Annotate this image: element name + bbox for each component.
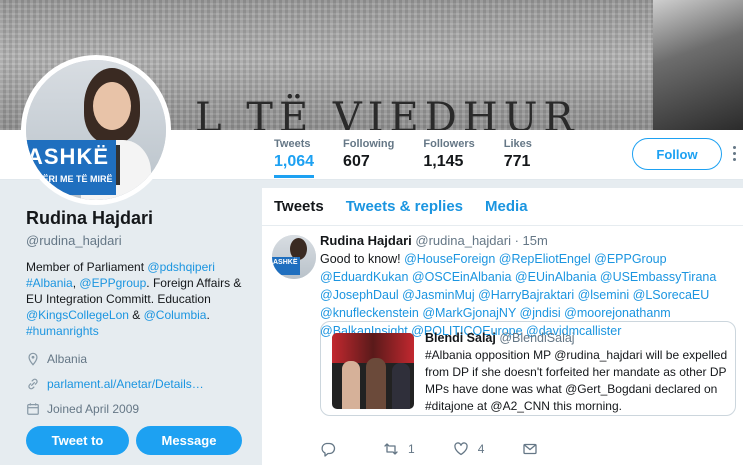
- timeline-tabs: Tweets Tweets & replies Media: [262, 188, 743, 226]
- bio-link[interactable]: @KingsCollegeLon: [26, 308, 129, 322]
- bio-link[interactable]: @EPPgroup: [79, 276, 146, 290]
- location-pin-icon: [28, 352, 38, 366]
- bio-text: &: [128, 308, 144, 322]
- retweet-count: 1: [408, 442, 415, 456]
- profile-handle[interactable]: @rudina_hajdari: [26, 233, 246, 248]
- tweet-avatar-sign: ASHKË: [272, 257, 300, 275]
- stat-value: 1,145: [423, 153, 464, 170]
- bio-text: .: [206, 308, 210, 322]
- envelope-icon: [523, 443, 538, 455]
- stat-likes[interactable]: Likes 771: [504, 138, 532, 178]
- tweet-author-meta[interactable]: @rudina_hajdari · 15m: [415, 233, 547, 248]
- stat-value: 771: [503, 153, 531, 170]
- stat-value: 1,064: [274, 153, 315, 170]
- tweet-actions: 1 4: [320, 441, 585, 457]
- bio-link[interactable]: @Columbia: [144, 308, 207, 322]
- message-button[interactable]: Message: [136, 426, 242, 455]
- website-link[interactable]: parlament.al/Anetar/Details…: [47, 377, 204, 391]
- profile-joined: Joined April 2009: [26, 401, 246, 417]
- tab-media[interactable]: Media: [485, 198, 528, 215]
- profile-stats: Tweets 1,064 Following 607 Followers 1,1…: [274, 138, 561, 178]
- location-text: Albania: [47, 352, 88, 366]
- joined-text: Joined April 2009: [47, 402, 140, 416]
- follow-button[interactable]: Follow: [632, 138, 722, 170]
- quoted-author-name: Blendi Salaj: [425, 331, 496, 345]
- banner-text: L TË VIEDHUR: [195, 95, 580, 130]
- profile-bio: Member of Parliament @pdshqiperi #Albani…: [26, 259, 246, 339]
- link-icon: [28, 378, 38, 390]
- quoted-tweet-image[interactable]: [332, 333, 414, 409]
- tweet-author-name[interactable]: Rudina Hajdari: [320, 233, 412, 248]
- stat-label: Likes: [503, 138, 532, 150]
- stat-following[interactable]: Following 607: [343, 138, 394, 178]
- like-button[interactable]: 4: [453, 441, 485, 457]
- dm-button[interactable]: [522, 441, 547, 457]
- heart-icon: [454, 442, 468, 456]
- stat-label: Followers: [423, 138, 475, 150]
- stat-label: Tweets: [274, 138, 311, 150]
- stat-label: Following: [343, 138, 395, 150]
- tab-tweets[interactable]: Tweets: [274, 198, 324, 215]
- profile-name[interactable]: Rudina Hajdari: [26, 208, 246, 229]
- retweet-button[interactable]: 1: [383, 441, 415, 457]
- profile-card: Rudina Hajdari @rudina_hajdari Member of…: [26, 208, 246, 417]
- retweet-icon: [384, 443, 398, 455]
- quoted-tweet-text: #Albania opposition MP @rudina_hajdari w…: [425, 348, 728, 413]
- stat-value: 607: [343, 153, 370, 170]
- timeline: Tweets Tweets & replies Media ASHKË Rudi…: [262, 188, 743, 465]
- like-count: 4: [477, 442, 485, 456]
- calendar-icon: [27, 403, 39, 415]
- profile-website: parlament.al/Anetar/Details…: [26, 376, 246, 392]
- avatar-sign-text: ASHKË: [27, 144, 110, 169]
- bio-link[interactable]: @pdshqiperi: [147, 260, 215, 274]
- bio-text: Member of Parliament: [26, 260, 148, 274]
- tweet-avatar[interactable]: ASHKË: [272, 235, 316, 279]
- stat-tweets[interactable]: Tweets 1,064: [274, 138, 315, 178]
- quoted-author-handle: @BlendiSalaj: [499, 331, 575, 345]
- bio-hashtag[interactable]: #humanrights: [26, 324, 99, 338]
- more-options-icon[interactable]: [733, 146, 737, 162]
- profile-avatar[interactable]: ASHKË QIPËRI ME TË MIRË: [21, 55, 171, 205]
- quoted-tweet[interactable]: Blendi Salaj @BlendiSalaj #Albania oppos…: [320, 321, 736, 416]
- avatar-sign-subtext: QIPËRI ME TË MIRË: [27, 174, 113, 184]
- reply-icon: [321, 442, 336, 457]
- bio-hashtag[interactable]: #Albania: [26, 276, 73, 290]
- profile-location: Albania: [26, 351, 246, 367]
- tweet-intro: Good to know!: [320, 252, 405, 266]
- reply-button[interactable]: [320, 441, 345, 457]
- tweet-to-button[interactable]: Tweet to: [26, 426, 129, 455]
- tab-tweets-replies[interactable]: Tweets & replies: [346, 198, 463, 215]
- profile-actions: Tweet to Message: [26, 426, 242, 455]
- stat-followers[interactable]: Followers 1,145: [423, 138, 474, 178]
